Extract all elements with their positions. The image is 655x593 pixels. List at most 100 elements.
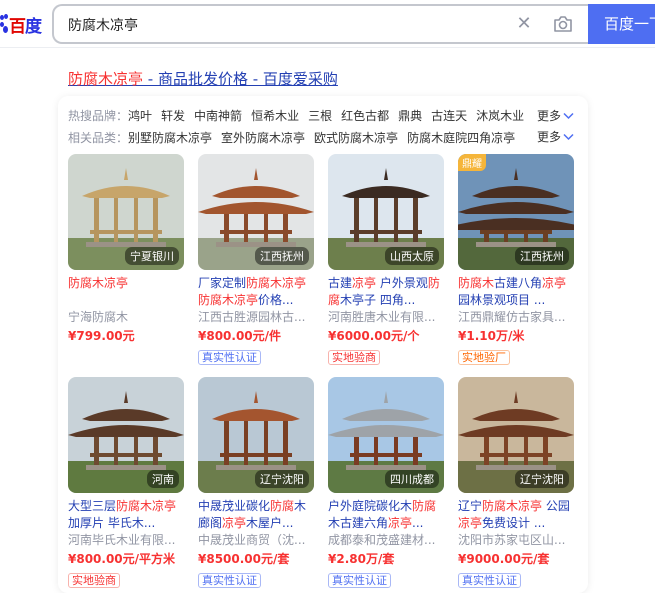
product-title-segment: 凉亭	[222, 516, 247, 530]
product-image[interactable]: 辽宁沈阳	[458, 377, 574, 493]
product-title-segment: 凉亭	[542, 276, 567, 290]
product-title-segment: 大型三层	[68, 499, 117, 513]
chevron-down-icon	[563, 112, 574, 119]
product-price: ¥799.00元	[68, 329, 135, 343]
product-item: 四川成都户外庭院碳化木防腐 木古建六角凉亭... 成都泰和茂盛建材... ¥2.80…	[328, 377, 444, 588]
product-company: 河南胜唐木业有限...	[328, 310, 436, 324]
product-image[interactable]: 江西抚州 鼎耀	[458, 154, 574, 270]
product-item: 辽宁沈阳 辽宁防腐木凉亭 公园凉亭免费设计 ... 沈阳市苏家屯区山... ¥9000…	[458, 377, 574, 588]
search-input[interactable]	[68, 14, 488, 36]
product-title-segment: 防腐木凉亭	[246, 276, 307, 290]
hot-brand-item-1[interactable]: 轩发	[161, 107, 185, 124]
product-title-segment: 免费设计 ...	[482, 516, 546, 530]
chevron-down-icon	[563, 133, 574, 140]
product-image[interactable]: 山西太原	[328, 154, 444, 270]
product-title-segment: 木亭子 四角...	[340, 293, 416, 307]
verification-tag: 真实性认证	[328, 573, 391, 588]
product-price: ¥2.80万/套	[328, 552, 395, 566]
product-image[interactable]: 四川成都	[328, 377, 444, 493]
product-title-segment: 公园	[542, 499, 570, 513]
baidu-logo[interactable]: 百度	[0, 10, 42, 38]
baidu-paw-icon	[0, 14, 8, 34]
product-company: 河南毕氏木业有限...	[68, 533, 176, 547]
verification-tag: 真实性认证	[458, 573, 521, 588]
result-title-highlight: 防腐木凉亭	[68, 70, 144, 88]
product-title-segment: 中晟茂业碳化	[198, 499, 271, 513]
product-price: ¥8500.00元/套	[198, 552, 290, 566]
logo-text-du: 度	[25, 16, 42, 37]
location-badge: 江西抚州	[255, 247, 309, 265]
related-category-item-2[interactable]: 欧式防腐木凉亭	[314, 129, 398, 146]
product-title-segment: 古建	[328, 276, 353, 290]
result-title-link[interactable]: 防腐木凉亭 - 商品批发价格 - 百度爱采购	[68, 68, 338, 89]
product-price: ¥800.00元/件	[198, 329, 282, 343]
search-box: ✕	[52, 4, 588, 44]
location-badge: 四川成都	[385, 470, 439, 488]
hot-brand-item-4[interactable]: 三根	[308, 107, 332, 124]
product-title-segment: 户外庭院碳化木	[328, 499, 413, 513]
clear-icon[interactable]: ✕	[515, 15, 533, 33]
product-image[interactable]: 江西抚州	[198, 154, 314, 270]
hot-brands-more-button[interactable]: 更多	[537, 107, 574, 124]
product-image[interactable]: 河南	[68, 377, 184, 493]
location-badge: 辽宁沈阳	[515, 470, 569, 488]
top-bar: 百度 ✕ 百度一下	[0, 0, 655, 48]
product-price: ¥6000.00元/个	[328, 329, 420, 343]
product-title-segment: 厂家定制	[198, 276, 247, 290]
hot-brand-item-6[interactable]: 鼎典	[398, 107, 422, 124]
product-company: 成都泰和茂盛建材...	[328, 533, 436, 547]
camera-icon[interactable]	[552, 15, 574, 33]
product-title-segment: 防腐木凉亭	[482, 499, 543, 513]
related-categories-row: 相关品类： 别墅防腐木凉亭 室外防腐木凉亭 欧式防腐木凉亭 防腐木庭院四角凉亭	[68, 128, 524, 146]
related-more-button[interactable]: 更多	[537, 128, 574, 145]
hot-brand-item-8[interactable]: 沐岚木业	[476, 107, 524, 124]
product-title-link[interactable]: 防腐木古建八角凉亭 园林景观项目 ...	[458, 275, 574, 309]
verification-tag: 实地验商	[68, 573, 120, 588]
product-title-segment: 防腐木凉亭	[198, 293, 259, 307]
product-price: ¥9000.00元/套	[458, 552, 550, 566]
location-badge: 辽宁沈阳	[255, 470, 309, 488]
product-title-segment: 木古建六角	[328, 516, 389, 530]
product-title-link[interactable]: 防腐木凉亭	[68, 275, 184, 309]
product-title-link[interactable]: 厂家定制防腐木凉亭 防腐木凉亭价格...	[198, 275, 314, 309]
product-title-segment: 加厚片 毕氏木...	[68, 516, 156, 530]
product-title-segment: 防腐	[270, 499, 295, 513]
location-badge: 宁夏银川	[125, 247, 179, 265]
product-company: 江西古胜源园林古...	[198, 310, 306, 324]
product-card: 热搜品牌： 鸿叶 轩发 中南神箭 恒希木业 三根 红色古都 鼎典 古连天 沐岚木业 更多 相关品…	[58, 96, 588, 593]
product-title-link[interactable]: 大型三层防腐木凉亭 加厚片 毕氏木...	[68, 498, 184, 532]
location-badge: 河南	[147, 470, 179, 488]
product-price: ¥800.00元/平方米	[68, 552, 176, 566]
product-title-link[interactable]: 辽宁防腐木凉亭 公园凉亭免费设计 ...	[458, 498, 574, 532]
product-image[interactable]: 辽宁沈阳	[198, 377, 314, 493]
hot-brand-item-7[interactable]: 古连天	[431, 107, 467, 124]
related-category-item-0[interactable]: 别墅防腐木凉亭	[128, 129, 212, 146]
hot-brand-item-0[interactable]: 鸿叶	[128, 107, 152, 124]
product-company: 宁海防腐木	[68, 310, 129, 324]
location-badge: 山西太原	[385, 247, 439, 265]
product-title-segment: 木屋户...	[246, 516, 294, 530]
hot-brand-item-5[interactable]: 红色古都	[341, 107, 389, 124]
product-image[interactable]: 宁夏银川	[68, 154, 184, 270]
product-title-segment: 凉亭	[352, 276, 377, 290]
product-title-segment: 防腐木凉亭	[68, 276, 129, 290]
product-item: 辽宁沈阳中晟茂业碳化防腐木 廊阁凉亭木屋户... 中晟茂业商贸（沈... ¥8500…	[198, 377, 314, 588]
verification-tag: 实地验商	[328, 350, 380, 365]
product-title-segment: 古建八角	[494, 276, 543, 290]
related-category-item-1[interactable]: 室外防腐木凉亭	[221, 129, 305, 146]
product-title-segment: ...	[412, 516, 424, 530]
product-title-link[interactable]: 户外庭院碳化木防腐 木古建六角凉亭...	[328, 498, 444, 532]
hot-brand-item-2[interactable]: 中南神箭	[194, 107, 242, 124]
brand-badge: 鼎耀	[458, 154, 486, 171]
search-button[interactable]: 百度一下	[588, 4, 655, 44]
logo-text-bai: 百	[9, 16, 26, 37]
product-title-link[interactable]: 古建凉亭 户外景观防腐木亭子 四角...	[328, 275, 444, 309]
hot-brand-item-3[interactable]: 恒希木业	[251, 107, 299, 124]
related-category-item-3[interactable]: 防腐木庭院四角凉亭	[407, 129, 515, 146]
product-company: 中晟茂业商贸（沈...	[198, 533, 306, 547]
product-title-segment: 防腐	[412, 499, 437, 513]
verification-tag: 真实性认证	[198, 350, 261, 365]
product-title-link[interactable]: 中晟茂业碳化防腐木 廊阁凉亭木屋户...	[198, 498, 314, 532]
hot-brands-row: 热搜品牌： 鸿叶 轩发 中南神箭 恒希木业 三根 红色古都 鼎典 古连天 沐岚木业	[68, 106, 533, 124]
product-item: 江西抚州 鼎耀 防腐木古建八角凉亭 园林景观项目 ... 江西鼎耀仿古家具... ¥1.…	[458, 154, 574, 365]
